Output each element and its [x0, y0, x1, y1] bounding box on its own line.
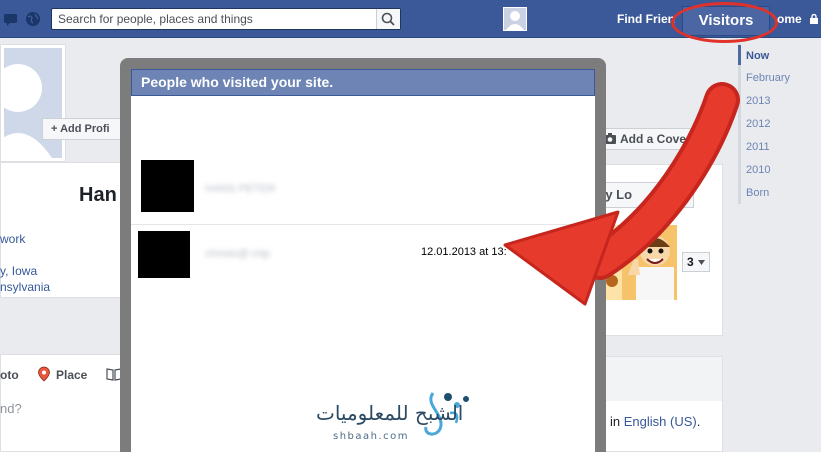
search-icon	[381, 12, 395, 26]
timeline-active-marker	[738, 45, 741, 65]
visitor-avatar-redacted[interactable]	[138, 231, 190, 278]
visit-timestamp: 12.01.2013 at 13:	[421, 246, 507, 258]
activity-log-button[interactable]: ty Lo	[598, 182, 694, 208]
visitor-name[interactable]: HANS PETER	[205, 183, 275, 195]
search-button[interactable]	[376, 9, 400, 29]
info-lives-in[interactable]: y, Iowa	[0, 264, 37, 278]
composer-place-option[interactable]: Place	[56, 368, 87, 382]
timeline-scrubber-track	[738, 44, 741, 204]
timeline-2013[interactable]: 2013	[746, 95, 770, 107]
timeline-born[interactable]: Born	[746, 187, 769, 199]
profile-name: Han	[79, 184, 117, 206]
photo-count-dropdown[interactable]: 3	[682, 252, 710, 272]
language-card	[597, 356, 723, 452]
search-box[interactable]	[51, 8, 401, 30]
default-profile-silhouette-icon	[4, 64, 52, 158]
visitors-highlight-ring	[671, 2, 778, 43]
avatar-silhouette-icon	[506, 11, 524, 30]
watermark-arabic-text: الشبح للمعلوميات	[316, 401, 464, 425]
home-link[interactable]: ome	[777, 12, 802, 26]
composer-photo-option[interactable]: oto	[0, 368, 19, 382]
timeline-february[interactable]: February	[746, 72, 790, 84]
language-link[interactable]: English (US)	[624, 414, 697, 429]
timeline-2012[interactable]: 2012	[746, 118, 770, 130]
cartoon-thumbs-up-image	[600, 225, 677, 300]
top-navigation-bar: Find Frien Visitors ome	[0, 0, 821, 43]
messages-icon[interactable]	[4, 11, 20, 27]
language-note: in English (US).	[610, 414, 701, 429]
avatar[interactable]	[503, 7, 527, 31]
photo-thumbnail[interactable]	[600, 225, 677, 300]
visitor-name[interactable]: christo@-mip	[205, 248, 270, 260]
add-profile-picture-button[interactable]: + Add Profi	[42, 118, 127, 140]
dialog-title: People who visited your site.	[131, 69, 595, 96]
photo-count-label: 3	[687, 255, 694, 269]
timeline-2010[interactable]: 2010	[746, 164, 770, 176]
info-work[interactable]: work	[0, 232, 25, 246]
find-friends-link[interactable]: Find Frien	[617, 12, 675, 26]
watermark-domain-text: shbaah.com	[333, 431, 410, 442]
add-cover-label: Add a Cover	[620, 132, 691, 146]
chevron-down-icon	[698, 260, 705, 265]
place-pin-icon[interactable]	[37, 366, 51, 382]
timeline-now[interactable]: Now	[746, 50, 769, 62]
visitor-avatar-redacted[interactable]	[141, 160, 194, 212]
composer-prompt[interactable]: nd?	[0, 401, 22, 416]
add-cover-button[interactable]: Add a Cover	[601, 128, 719, 150]
info-from[interactable]: nsylvania	[0, 280, 50, 294]
profile-picture[interactable]	[0, 44, 66, 162]
row-divider	[131, 224, 595, 225]
globe-icon[interactable]	[25, 11, 41, 27]
search-input[interactable]	[52, 9, 377, 29]
lock-icon[interactable]	[809, 14, 819, 24]
timeline-2011[interactable]: 2011	[746, 141, 770, 153]
